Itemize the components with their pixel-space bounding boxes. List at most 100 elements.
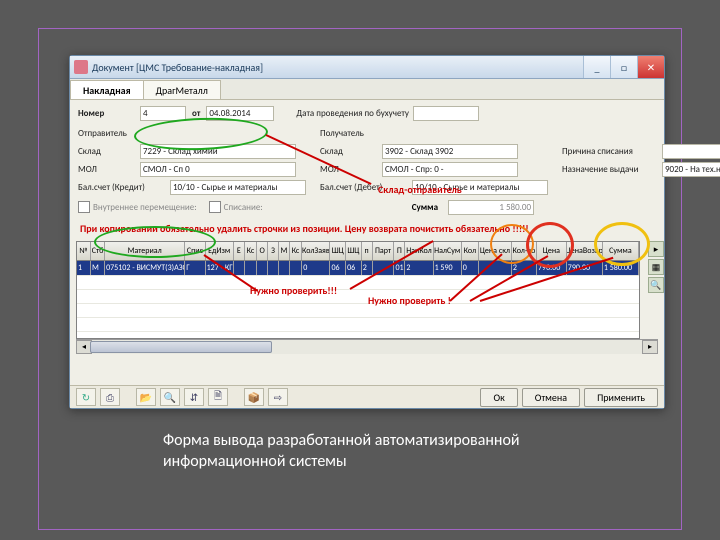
grid-cell[interactable]: 1 590 bbox=[434, 261, 462, 275]
tb-arrow-icon[interactable]: ⇨ bbox=[268, 388, 288, 406]
grid-header-cell[interactable]: О bbox=[257, 242, 268, 260]
grid-header-cell[interactable]: Сумма bbox=[603, 242, 639, 260]
vnutr-checkbox[interactable] bbox=[78, 201, 90, 213]
sklad2-label: Склад bbox=[320, 146, 382, 157]
grid-header-cell[interactable]: Е bbox=[234, 242, 245, 260]
grid-header-cell[interactable]: З bbox=[268, 242, 279, 260]
grid-cell[interactable]: 0 bbox=[302, 261, 330, 275]
grid-btn-2[interactable]: ▦ bbox=[648, 259, 664, 275]
mol2-field[interactable]: СМОЛ - Спр: 0 - bbox=[382, 162, 518, 177]
tb-search-icon[interactable]: 🔍 bbox=[160, 388, 180, 406]
grid-cell[interactable]: 075102 - ВИСМУТ(3)АЗОТН bbox=[105, 261, 185, 275]
grid-cell[interactable] bbox=[373, 261, 395, 275]
grid-header-cell[interactable]: Кс bbox=[290, 242, 302, 260]
slide-caption: Форма вывода разработанной автоматизиров… bbox=[163, 431, 621, 473]
grid-cell[interactable]: 2 bbox=[512, 261, 537, 275]
grid-cell[interactable] bbox=[290, 261, 302, 275]
grid-cell[interactable]: 790.00 bbox=[567, 261, 603, 275]
grid-header-cell[interactable]: Кол bbox=[462, 242, 479, 260]
grid-cell[interactable]: 2 bbox=[362, 261, 373, 275]
grid-cell[interactable] bbox=[268, 261, 279, 275]
grid-cell[interactable] bbox=[234, 261, 245, 275]
prichina-field[interactable] bbox=[662, 144, 720, 159]
tb-open-icon[interactable]: 📂 bbox=[136, 388, 156, 406]
date-field[interactable]: 04.08.2014 bbox=[206, 106, 274, 121]
data-grid[interactable]: №СтбМатериалСписЕдИзмЕКсОЗМКсКолЗаявШЦШЦ… bbox=[76, 241, 640, 339]
sklad2-field[interactable]: 3902 - Склад 3902 bbox=[382, 144, 518, 159]
grid-cell[interactable]: 06 bbox=[346, 261, 362, 275]
grid-cell[interactable]: 127 - КГ bbox=[206, 261, 234, 275]
tb-hier-icon[interactable]: ⇵ bbox=[184, 388, 204, 406]
cancel-button[interactable]: Отмена bbox=[522, 388, 580, 407]
grid-header-cell[interactable]: Кс bbox=[245, 242, 257, 260]
spis-checkbox[interactable] bbox=[209, 201, 221, 213]
tab-dragmetall[interactable]: ДрагМеталл bbox=[143, 80, 221, 99]
scroll-right-arrow[interactable]: ▸ bbox=[642, 340, 658, 354]
grid-cell[interactable] bbox=[479, 261, 512, 275]
otpr-label: Отправитель bbox=[78, 128, 127, 139]
grid-cell[interactable]: 2 bbox=[405, 261, 433, 275]
grid-header-cell[interactable]: КолЗаяв bbox=[302, 242, 330, 260]
grid-cell[interactable] bbox=[279, 261, 290, 275]
annot-check2: Нужно проверить ! bbox=[368, 294, 451, 307]
grid-header-cell[interactable]: ЦенаВозвр bbox=[567, 242, 603, 260]
grid-header-cell[interactable]: Цена скл bbox=[479, 242, 512, 260]
apply-button[interactable]: Применить bbox=[584, 388, 658, 407]
maximize-button[interactable]: □ bbox=[610, 56, 637, 78]
grid-header-cell[interactable]: М bbox=[279, 242, 290, 260]
grid-cell[interactable] bbox=[245, 261, 257, 275]
grid-header-cell[interactable]: НаиКол bbox=[405, 242, 433, 260]
minimize-button[interactable]: _ bbox=[583, 56, 610, 78]
tb-refresh-icon[interactable]: ↻ bbox=[76, 388, 96, 406]
grid-header-cell[interactable]: ШЦ bbox=[330, 242, 346, 260]
dataprov-field[interactable] bbox=[413, 106, 479, 121]
close-button[interactable]: ✕ bbox=[637, 56, 664, 78]
tb-box-icon[interactable]: 📦 bbox=[244, 388, 264, 406]
grid-header-cell[interactable]: Цена bbox=[537, 242, 567, 260]
warn-text: При копировании обязательно удалить стро… bbox=[70, 218, 664, 239]
grid-header-cell[interactable]: НалСум bbox=[434, 242, 462, 260]
nazn-field[interactable]: 9020 - На тех.нужды bbox=[662, 162, 720, 177]
app-window: Документ [ЦМС Требование-накладная] _ □ … bbox=[69, 55, 665, 409]
grid-header: №СтбМатериалСписЕдИзмЕКсОЗМКсКолЗаявШЦШЦ… bbox=[77, 242, 639, 261]
scroll-thumb[interactable] bbox=[90, 341, 272, 353]
grid-cell[interactable]: 0 bbox=[462, 261, 479, 275]
slide-frame: Документ [ЦМС Требование-накладная] _ □ … bbox=[38, 28, 682, 530]
window-title: Документ [ЦМС Требование-накладная] bbox=[92, 61, 583, 74]
mol2-label: МОЛ bbox=[320, 164, 382, 175]
grid-header-cell[interactable]: Стб bbox=[91, 242, 105, 260]
mol1-field[interactable]: СМОЛ - Сп 0 bbox=[140, 162, 296, 177]
grid-cell[interactable]: 790.00 bbox=[537, 261, 567, 275]
titlebar: Документ [ЦМС Требование-накладная] _ □ … bbox=[70, 56, 664, 79]
grid-row-1[interactable]: 1М075102 - ВИСМУТ(3)АЗОТНГ127 - КГ006062… bbox=[77, 261, 639, 275]
grid-cell[interactable]: 01 bbox=[394, 261, 405, 275]
balcred-field[interactable]: 10/10 - Сырье и материалы bbox=[170, 180, 306, 195]
grid-header-cell[interactable]: ЕдИзм bbox=[206, 242, 234, 260]
grid-header-cell[interactable]: п bbox=[362, 242, 373, 260]
grid-scroll-h[interactable]: ◂ ▸ bbox=[76, 339, 658, 354]
grid-header-cell[interactable]: ШЦ bbox=[346, 242, 362, 260]
grid-cell[interactable]: М bbox=[91, 261, 105, 275]
grid-cell[interactable]: 1 580.00 bbox=[603, 261, 639, 275]
grid-header-cell[interactable]: № bbox=[77, 242, 91, 260]
nomer-label: Номер bbox=[78, 108, 140, 119]
sklad1-field[interactable]: 7229 - Склад химии bbox=[140, 144, 296, 159]
prichina-label: Причина списания bbox=[562, 146, 662, 157]
tb-doc-icon[interactable]: 🗎 bbox=[208, 388, 228, 406]
grid-cell[interactable]: 1 bbox=[77, 261, 91, 275]
nomer-field[interactable]: 4 bbox=[140, 106, 186, 121]
grid-header-cell[interactable]: П bbox=[394, 242, 405, 260]
grid-cell[interactable]: Г bbox=[185, 261, 205, 275]
tb-print-icon[interactable]: ⎙ bbox=[100, 388, 120, 406]
ok-button[interactable]: Ок bbox=[480, 388, 517, 407]
grid-header-cell[interactable]: Спис bbox=[185, 242, 205, 260]
tab-nakladnaya[interactable]: Накладная bbox=[70, 80, 144, 99]
grid-header-cell[interactable]: Парт bbox=[373, 242, 395, 260]
grid-cell[interactable] bbox=[257, 261, 268, 275]
grid-btn-1[interactable]: ▸ bbox=[648, 241, 664, 257]
spis-label: Списание: bbox=[224, 202, 263, 213]
grid-cell[interactable]: 06 bbox=[330, 261, 346, 275]
grid-header-cell[interactable]: Кол-во bbox=[512, 242, 537, 260]
grid-btn-3[interactable]: 🔍 bbox=[648, 277, 664, 293]
grid-header-cell[interactable]: Материал bbox=[105, 242, 185, 260]
